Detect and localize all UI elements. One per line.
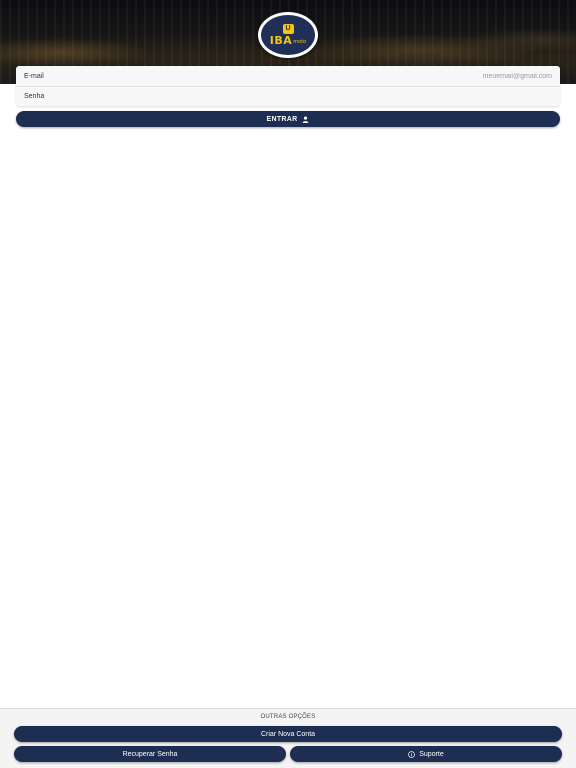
email-field[interactable] (86, 69, 552, 83)
create-account-button[interactable]: Criar Nova Conta (14, 726, 562, 742)
login-button-label: ENTRAR (266, 115, 298, 123)
support-label: Suporte (419, 750, 444, 758)
password-row: Senha (16, 86, 560, 106)
logo-badge: U (282, 24, 294, 34)
email-row: E-mail (16, 66, 560, 86)
info-circle-icon (408, 750, 416, 758)
user-icon (302, 116, 309, 123)
logo-wordmark-main: IBA (269, 34, 293, 47)
other-options-label: OUTRAS OPÇÕES (260, 714, 316, 720)
other-options-panel: OUTRAS OPÇÕES Criar Nova Conta Recuperar… (0, 708, 576, 768)
recover-password-label: Recuperar Senha (122, 750, 178, 758)
email-label: E-mail (24, 72, 44, 80)
login-form: E-mail Senha (16, 66, 560, 106)
logo-wordmark-suffix: moto (293, 39, 307, 45)
support-button[interactable]: Suporte (290, 746, 562, 762)
app-logo: U IBA moto (258, 12, 318, 58)
login-button[interactable]: ENTRAR (16, 111, 560, 127)
recover-password-button[interactable]: Recuperar Senha (14, 746, 286, 762)
password-label: Senha (24, 93, 45, 100)
create-account-label: Criar Nova Conta (260, 730, 316, 738)
password-field[interactable] (86, 90, 552, 104)
logo-wordmark: IBA moto (270, 35, 306, 46)
